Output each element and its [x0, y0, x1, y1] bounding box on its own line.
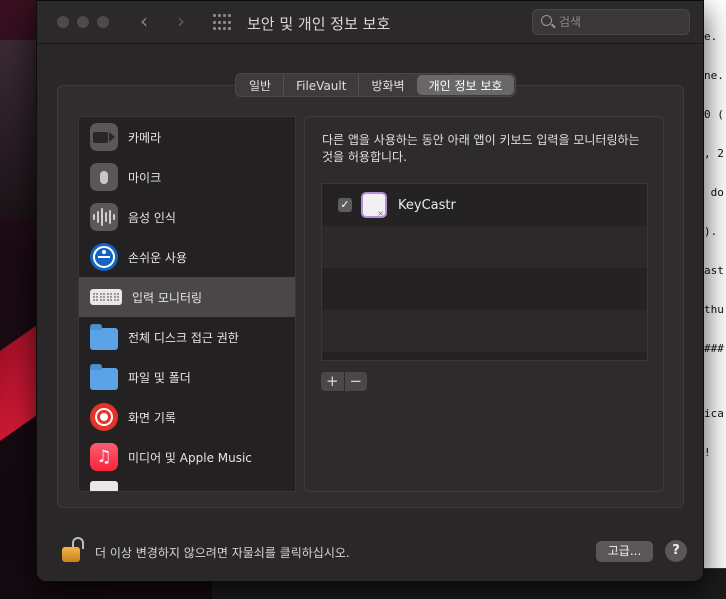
detail-pane: 다른 앱을 사용하는 동안 아래 앱이 키보드 입력을 모니터링하는 것을 허용…: [304, 116, 664, 492]
sidebar-item-label: 파일 및 폴더: [128, 370, 191, 385]
sidebar-item-label: 전체 디스크 접근 권한: [128, 330, 239, 345]
permission-description: 다른 앱을 사용하는 동안 아래 앱이 키보드 입력을 모니터링하는 것을 허용…: [322, 133, 640, 164]
screen-record-icon: [90, 403, 118, 431]
lock-instruction-text: 더 이상 변경하지 않으려면 자물쇠를 클릭하십시오.: [95, 546, 350, 560]
speech-recognition-icon: [90, 203, 118, 231]
tab-privacy[interactable]: 개인 정보 보호: [416, 75, 515, 95]
sidebar-item-media-and-apple-music[interactable]: ♫ 미디어 및 Apple Music: [79, 437, 295, 477]
keycastr-app-icon: [361, 192, 387, 218]
sidebar-item-microphone[interactable]: 마이크: [79, 157, 295, 197]
microphone-icon: [90, 163, 118, 191]
window-title: 보안 및 개인 정보 보호: [247, 15, 391, 33]
add-remove-control: + −: [321, 372, 367, 391]
sidebar-item-input-monitoring[interactable]: 입력 모니터링: [79, 277, 295, 317]
tab-filevault[interactable]: FileVault: [284, 75, 360, 95]
music-note-icon: ♫: [90, 443, 118, 471]
folder-icon: [90, 363, 118, 391]
privacy-category-list[interactable]: 카메라 마이크 음성 인식 손쉬운 사용 입력 모니터링 전체 디스크 접근 권…: [78, 116, 296, 492]
sidebar-item-label: 음성 인식: [128, 210, 176, 225]
advanced-button[interactable]: 고급...: [596, 541, 653, 562]
sidebar-item-label: 입력 모니터링: [132, 290, 203, 305]
folder-icon: [90, 323, 118, 351]
sidebar-item-files-and-folders[interactable]: 파일 및 폴더: [79, 357, 295, 397]
title-bar: ‹ › 보안 및 개인 정보 보호: [37, 1, 703, 44]
sidebar-item-label: 마이크: [128, 170, 162, 185]
help-button[interactable]: ?: [665, 540, 687, 562]
accessibility-icon: [90, 243, 118, 271]
app-row-empty: [322, 268, 647, 310]
close-button[interactable]: [57, 16, 69, 28]
content-panel: 카메라 마이크 음성 인식 손쉬운 사용 입력 모니터링 전체 디스크 접근 권…: [57, 85, 684, 508]
sidebar-item-screen-recording[interactable]: 화면 기록: [79, 397, 295, 437]
sidebar-item-label: 화면 기록: [128, 410, 176, 425]
show-all-grid-icon[interactable]: [213, 14, 231, 32]
sidebar-item-accessibility[interactable]: 손쉬운 사용: [79, 237, 295, 277]
tab-firewall[interactable]: 방화벽: [359, 75, 416, 95]
keyboard-icon: [90, 481, 118, 491]
sidebar-item-full-disk-access[interactable]: 전체 디스크 접근 권한: [79, 317, 295, 357]
forward-button[interactable]: ›: [171, 10, 191, 34]
add-app-button[interactable]: +: [321, 372, 345, 391]
keyboard-icon: [90, 289, 122, 305]
sidebar-item-camera[interactable]: 카메라: [79, 117, 295, 157]
app-list[interactable]: ✓ KeyCastr: [321, 183, 648, 361]
lock-icon[interactable]: [61, 537, 84, 563]
camera-icon: [90, 123, 118, 151]
tab-bar: 일반 FileVault 방화벽 개인 정보 보호: [235, 73, 517, 97]
search-input[interactable]: [559, 13, 684, 31]
preferences-window: ‹ › 보안 및 개인 정보 보호 카메라 마이크: [36, 0, 704, 582]
app-row-keycastr[interactable]: ✓ KeyCastr: [322, 184, 647, 226]
sidebar-item-speech-recognition[interactable]: 음성 인식: [79, 197, 295, 237]
desktop-shape: [0, 40, 36, 220]
app-row-empty: [322, 310, 647, 352]
app-enable-checkbox[interactable]: ✓: [338, 198, 352, 212]
sidebar-item-partial[interactable]: [79, 477, 295, 491]
minimize-button[interactable]: [77, 16, 89, 28]
tab-general[interactable]: 일반: [237, 75, 285, 95]
app-name: KeyCastr: [398, 197, 456, 213]
remove-app-button[interactable]: −: [345, 372, 368, 391]
back-button[interactable]: ‹: [134, 10, 154, 34]
sidebar-item-label: 미디어 및 Apple Music: [128, 450, 252, 465]
search-field[interactable]: [532, 9, 690, 35]
sidebar-item-label: 손쉬운 사용: [128, 250, 188, 265]
app-row-empty: [322, 226, 647, 268]
search-icon: [541, 15, 552, 26]
sidebar-item-label: 카메라: [128, 130, 162, 145]
zoom-button[interactable]: [97, 16, 109, 28]
